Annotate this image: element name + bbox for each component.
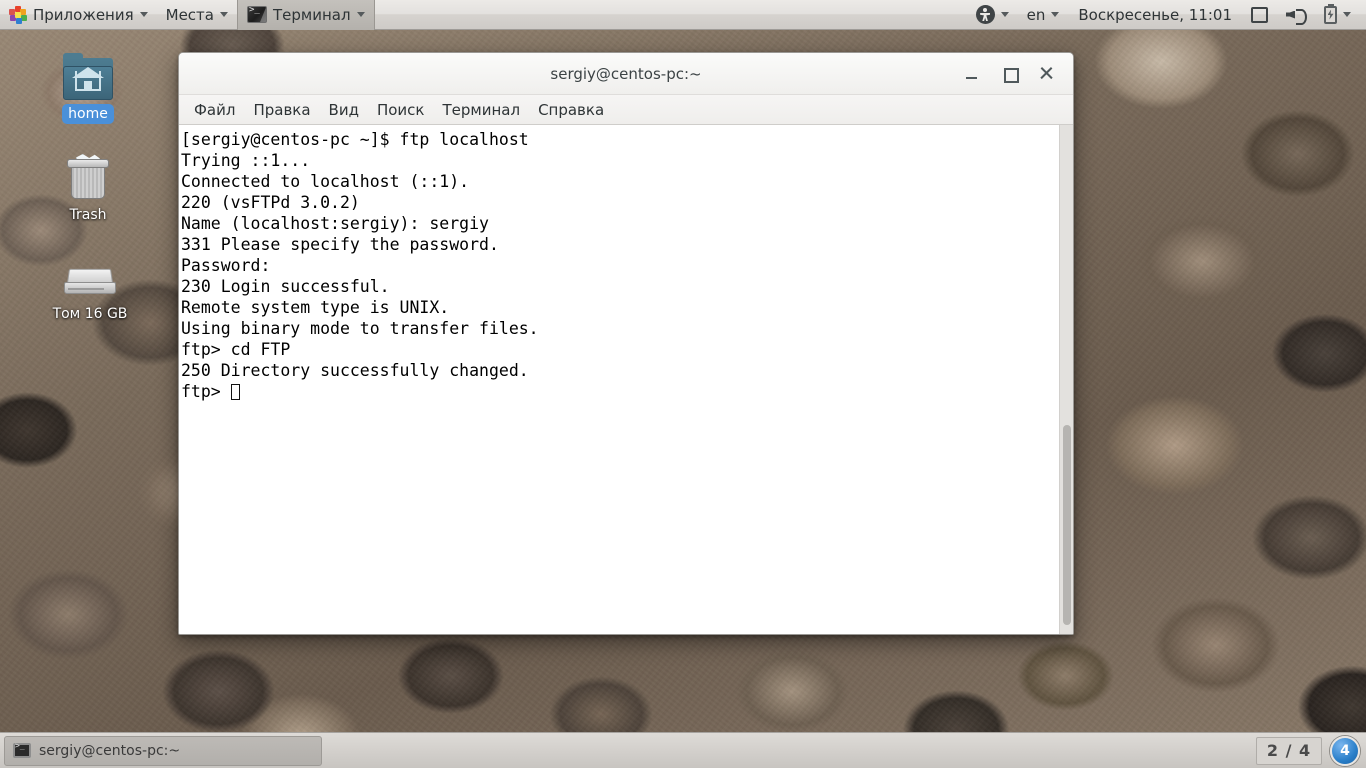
terminal-scrollbar[interactable] xyxy=(1059,125,1073,634)
chevron-down-icon xyxy=(1000,12,1009,17)
terminal-cursor xyxy=(230,384,240,400)
terminal-line: 230 Login successful. xyxy=(181,277,390,296)
terminal-icon xyxy=(247,6,267,23)
desktop-icon-trash-label: Trash xyxy=(69,207,107,223)
terminal-line: ftp> cd FTP xyxy=(181,340,291,359)
display-settings-button[interactable] xyxy=(1242,0,1277,30)
terminal-line: Trying ::1... xyxy=(181,151,311,170)
workspace-switcher[interactable]: 2 / 4 xyxy=(1256,736,1322,765)
maximize-button[interactable] xyxy=(1001,65,1019,83)
keyboard-layout-label: en xyxy=(1026,5,1046,24)
chevron-down-icon xyxy=(356,12,365,17)
terminal-prompt-line: ftp> xyxy=(181,381,1059,402)
close-button[interactable] xyxy=(1038,65,1055,82)
display-icon xyxy=(1251,6,1268,23)
menu-edit[interactable]: Правка xyxy=(244,98,319,122)
window-title: sergiy@centos-pc:~ xyxy=(550,64,702,83)
applications-menu-label: Приложения xyxy=(33,5,134,24)
taskbar-item-terminal[interactable]: sergiy@centos-pc:~ xyxy=(4,735,322,766)
top-panel-left: Приложения Места Терминал xyxy=(0,0,375,30)
terminal-line: [sergiy@centos-pc ~]$ ftp localhost xyxy=(181,130,529,149)
chevron-down-icon xyxy=(220,12,228,17)
terminal-window[interactable]: sergiy@centos-pc:~ Файл Правка Вид Поиск… xyxy=(178,52,1074,635)
chevron-down-icon xyxy=(139,12,148,17)
window-title-bar[interactable]: sergiy@centos-pc:~ xyxy=(179,53,1073,95)
volume-icon xyxy=(1286,7,1307,25)
menu-view[interactable]: Вид xyxy=(320,98,368,122)
menu-file[interactable]: Файл xyxy=(185,98,244,122)
terminal-output[interactable]: [sergiy@centos-pc ~]$ ftp localhost Tryin… xyxy=(179,125,1059,634)
chevron-down-icon xyxy=(1051,12,1060,17)
top-panel-right: en Воскресенье, 11:01 xyxy=(967,0,1366,30)
terminal-prompt: ftp> xyxy=(181,382,231,401)
desktop-icon-volume[interactable]: Том 16 GB xyxy=(40,262,140,324)
bottom-panel: sergiy@centos-pc:~ 2 / 4 4 xyxy=(0,732,1366,768)
gnome-foot-icon xyxy=(9,5,27,24)
desktop-icon-home[interactable]: home xyxy=(45,53,131,124)
menu-bar: Файл Правка Вид Поиск Терминал Справка xyxy=(179,95,1073,125)
menu-search[interactable]: Поиск xyxy=(368,98,434,122)
trash-icon xyxy=(64,154,112,201)
volume-button[interactable] xyxy=(1277,0,1315,30)
clock[interactable]: Воскресенье, 11:01 xyxy=(1068,0,1242,30)
drive-icon xyxy=(62,266,118,300)
accessibility-icon xyxy=(975,5,995,24)
active-application-label: Терминал xyxy=(273,5,351,24)
menu-terminal[interactable]: Терминал xyxy=(433,98,529,122)
terminal-line: Using binary mode to transfer files. xyxy=(181,319,539,338)
taskbar-item-label: sergiy@centos-pc:~ xyxy=(39,742,181,759)
places-menu-label: Места xyxy=(165,5,214,24)
top-panel: Приложения Места Терминал en Воскресенье… xyxy=(0,0,1366,30)
applications-menu[interactable]: Приложения xyxy=(0,0,157,30)
window-controls xyxy=(964,65,1073,83)
battery-icon xyxy=(1324,3,1337,24)
menu-help[interactable]: Справка xyxy=(529,98,613,122)
terminal-body[interactable]: [sergiy@centos-pc ~]$ ftp localhost Tryin… xyxy=(179,125,1073,634)
desktop-icon-home-label: home xyxy=(62,104,114,124)
chevron-down-icon xyxy=(1343,12,1351,17)
keyboard-layout-menu[interactable]: en xyxy=(1018,0,1069,30)
active-application-menu[interactable]: Терминал xyxy=(237,0,375,30)
terminal-line: Connected to localhost (::1). xyxy=(181,172,470,191)
terminal-scrollbar-thumb[interactable] xyxy=(1063,425,1071,625)
clock-label: Воскресенье, 11:01 xyxy=(1078,5,1232,24)
terminal-line: Password: xyxy=(181,256,271,275)
terminal-line: 220 (vsFTPd 3.0.2) xyxy=(181,193,360,212)
workspace-count-label: 4 xyxy=(1340,742,1350,759)
terminal-icon xyxy=(13,741,31,758)
terminal-line: Name (localhost:sergiy): sergiy xyxy=(181,214,489,233)
home-folder-icon xyxy=(63,53,113,100)
places-menu[interactable]: Места xyxy=(157,0,237,30)
workspace-switcher-label: 2 / 4 xyxy=(1266,741,1312,760)
desktop-icon-volume-label: Том 16 GB xyxy=(52,306,128,322)
terminal-line: 250 Directory successfully changed. xyxy=(181,361,529,380)
accessibility-menu[interactable] xyxy=(967,0,1018,30)
minimize-button[interactable] xyxy=(964,65,981,82)
system-status-menu[interactable] xyxy=(1315,0,1360,30)
terminal-line: Remote system type is UNIX. xyxy=(181,298,450,317)
bottom-panel-right: 2 / 4 4 xyxy=(1256,735,1366,766)
terminal-line: 331 Please specify the password. xyxy=(181,235,499,254)
desktop-icon-trash[interactable]: Trash xyxy=(45,154,131,225)
workspace-count-badge[interactable]: 4 xyxy=(1330,735,1360,766)
